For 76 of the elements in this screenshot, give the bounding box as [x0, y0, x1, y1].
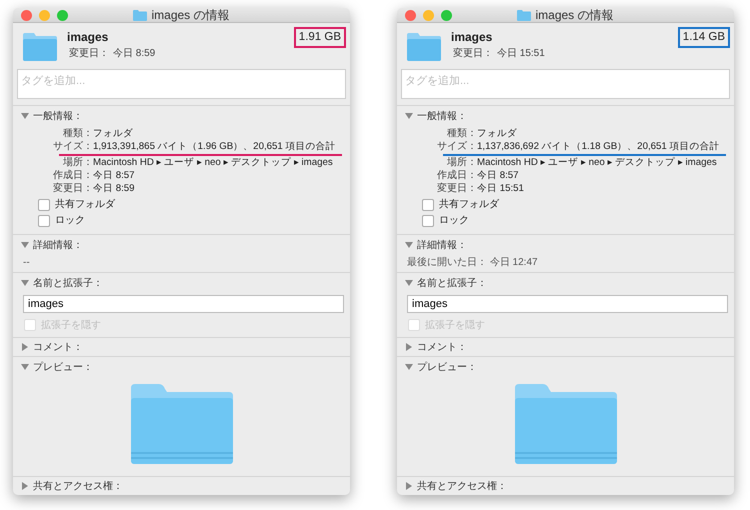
disclosure-right-icon[interactable] [405, 343, 413, 351]
row-value: Macintosh HD ▸ ユーザ ▸ neo ▸ デスクトップ ▸ images [477, 156, 717, 169]
name-field[interactable]: images [407, 295, 728, 313]
row-label: 変更日： [52, 182, 93, 195]
window-title: images の情報 [151, 8, 230, 24]
folder-icon [407, 33, 441, 61]
section-title[interactable]: コメント： [33, 340, 83, 354]
size-text: 1.14 GB [678, 27, 730, 48]
tags-field[interactable]: タグを追加... [17, 69, 346, 99]
row-value: 今日 8:59 [93, 182, 135, 195]
checkbox-label: 共有フォルダ [55, 198, 115, 211]
zoom-button[interactable] [441, 10, 452, 20]
row-label: 場所： [62, 156, 93, 169]
section-title[interactable]: 詳細情報： [33, 238, 83, 252]
disclosure-down-icon[interactable] [21, 279, 29, 287]
folder-icon [517, 10, 532, 20]
checkbox[interactable] [38, 214, 50, 226]
close-button[interactable] [405, 10, 416, 20]
row-label: 作成日： [436, 169, 477, 182]
row-value: フォルダ [477, 127, 517, 140]
section-title[interactable]: 名前と拡張子： [33, 276, 103, 290]
name-field[interactable]: images [23, 295, 344, 313]
file-name: images [67, 31, 110, 44]
checkbox[interactable] [422, 198, 434, 210]
checkbox[interactable] [422, 214, 434, 226]
row-value: Macintosh HD ▸ ユーザ ▸ neo ▸ デスクトップ ▸ images [93, 156, 333, 169]
disclosure-right-icon[interactable] [21, 482, 29, 490]
row-value: 今日 8:57 [93, 169, 135, 182]
disclosure-down-icon[interactable] [405, 112, 413, 120]
modified-label: 変更日： [69, 47, 109, 60]
row-label: 種類： [446, 127, 477, 140]
checkbox-label: ロック [439, 214, 469, 227]
details-text: 最後に開いた日： 今日 12:47 [406, 256, 539, 270]
section-title[interactable]: コメント： [417, 340, 467, 354]
details-text: -- [22, 256, 31, 270]
close-button[interactable] [21, 10, 32, 20]
section-title[interactable]: 共有とアクセス権： [33, 480, 123, 492]
zoom-button[interactable] [57, 10, 68, 20]
window-title: images の情報 [535, 8, 614, 24]
checkbox[interactable] [38, 198, 50, 210]
checkbox-label: 共有フォルダ [439, 198, 499, 211]
section-title[interactable]: 一般情報： [417, 110, 467, 122]
section-title[interactable]: 名前と拡張子： [417, 276, 487, 290]
row-label: サイズ： [436, 140, 477, 153]
row-label: 種類： [62, 127, 93, 140]
section-title[interactable]: プレビュー： [33, 360, 93, 374]
section-title[interactable]: 一般情報： [33, 110, 83, 122]
disclosure-down-icon[interactable] [21, 241, 29, 249]
disclosure-down-icon[interactable] [405, 241, 413, 249]
row-value: 1,137,836,692 バイト（1.18 GB）、20,651 項目の合計 [477, 140, 720, 153]
tags-field[interactable]: タグを追加... [401, 69, 730, 99]
row-label: 作成日： [52, 169, 93, 182]
row-value: 今日 8:57 [477, 169, 519, 182]
row-value: フォルダ [93, 127, 133, 140]
folder-icon [23, 33, 57, 61]
checkbox-label: ロック [55, 214, 85, 227]
modified-label: 変更日： [453, 47, 493, 60]
row-label: 場所： [446, 156, 477, 169]
row-label: サイズ： [52, 140, 93, 153]
size-text: 1.91 GB [294, 27, 346, 48]
folder-icon [133, 10, 148, 20]
disclosure-down-icon[interactable] [21, 363, 29, 371]
disclosure-down-icon[interactable] [21, 112, 29, 120]
file-name: images [451, 31, 494, 44]
row-value: 今日 15:51 [477, 182, 524, 195]
disclosure-down-icon[interactable] [405, 279, 413, 287]
section-title[interactable]: 詳細情報： [417, 238, 467, 252]
row-label: 変更日： [436, 182, 477, 195]
modified-date: 今日 8:59 [113, 47, 156, 60]
section-title[interactable]: プレビュー： [417, 360, 477, 374]
disclosure-right-icon[interactable] [405, 482, 413, 490]
row-value: 1,913,391,865 バイト（1.96 GB）、20,651 項目の合計 [93, 140, 336, 153]
section-title[interactable]: 共有とアクセス権： [417, 480, 507, 492]
disclosure-down-icon[interactable] [405, 363, 413, 371]
disclosure-right-icon[interactable] [21, 343, 29, 351]
modified-date: 今日 15:51 [497, 47, 545, 60]
